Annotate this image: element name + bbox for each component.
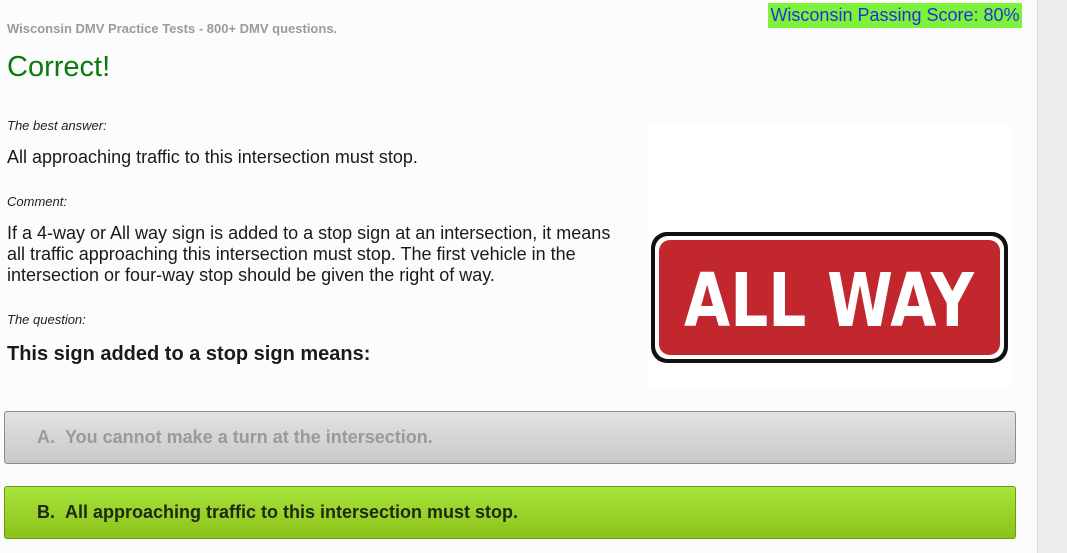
comment-label: Comment: [7, 194, 67, 209]
answer-a-text: You cannot make a turn at the intersecti… [65, 427, 433, 447]
question-text: This sign added to a stop sign means: [7, 343, 371, 365]
answer-option-b[interactable]: B. All approaching traffic to this inter… [4, 486, 1016, 539]
best-answer-label: The best answer: [7, 118, 107, 133]
question-label: The question: [7, 312, 86, 327]
answer-b-letter: B. [37, 502, 55, 522]
all-way-sign-icon: ALL WAY [651, 232, 1008, 363]
answer-a-letter: A. [37, 427, 55, 447]
quiz-result-page: Wisconsin DMV Practice Tests - 800+ DMV … [0, 0, 1067, 553]
vertical-scrollbar[interactable] [1037, 0, 1067, 553]
comment-text: If a 4-way or All way sign is added to a… [7, 223, 611, 285]
site-title: Wisconsin DMV Practice Tests - 800+ DMV … [7, 21, 338, 36]
best-answer-text: All approaching traffic to this intersec… [7, 147, 418, 167]
answer-option-a[interactable]: A. You cannot make a turn at the interse… [4, 411, 1016, 464]
passing-score-badge: Wisconsin Passing Score: 80% [768, 3, 1022, 28]
sign-text: ALL WAY [684, 258, 975, 344]
result-heading: Correct! [7, 51, 111, 83]
answer-b-text: All approaching traffic to this intersec… [65, 502, 519, 522]
all-way-sign-image: ALL WAY [648, 125, 1011, 387]
